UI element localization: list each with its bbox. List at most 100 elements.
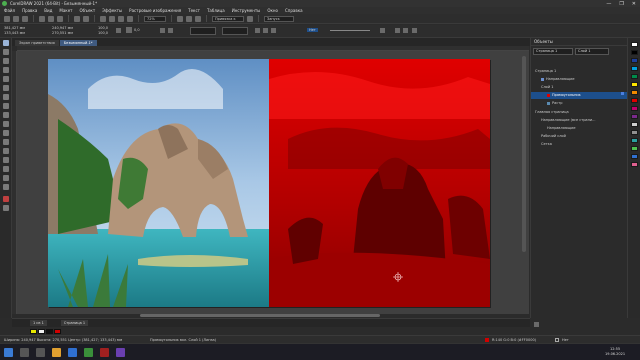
paste-icon[interactable]	[57, 15, 63, 22]
color-chip-azure[interactable]	[631, 154, 638, 159]
mirror-horizontal-icon[interactable]	[160, 28, 165, 33]
tree-row-grid[interactable]: Сетка	[531, 141, 627, 148]
lock-ratio-icon[interactable]	[116, 28, 121, 33]
doc-color-white[interactable]	[38, 328, 45, 334]
save-icon[interactable]	[22, 15, 28, 22]
mirror-vertical-icon[interactable]	[168, 28, 173, 33]
minimize-button[interactable]: —	[606, 1, 611, 7]
snap-to-dropdown[interactable]: Привязка к	[212, 15, 244, 22]
round-corner-icon[interactable]	[255, 28, 260, 33]
menu-object[interactable]: Объект	[80, 8, 96, 13]
color-chip-teal[interactable]	[631, 138, 638, 143]
corner-radius-fields[interactable]	[190, 27, 216, 35]
shape-tool-icon[interactable]	[3, 49, 9, 55]
width-field[interactable]: 240,947 мм	[52, 26, 73, 30]
rulers-icon[interactable]	[186, 15, 192, 22]
zoom-tool-icon[interactable]	[3, 67, 9, 73]
search-icon[interactable]	[100, 15, 106, 22]
color-chip-magenta[interactable]	[631, 106, 638, 111]
interactive-fill-tool-icon[interactable]	[3, 175, 9, 181]
drawing-canvas[interactable]	[17, 51, 529, 314]
grid-icon[interactable]	[195, 15, 201, 22]
doc-color-yellow[interactable]	[30, 328, 37, 334]
menu-view[interactable]: Вид	[44, 8, 52, 13]
import-icon[interactable]	[109, 15, 115, 22]
launch-dropdown[interactable]: Запуск	[264, 15, 294, 22]
full-screen-icon[interactable]	[177, 15, 183, 22]
corner-radius-fields-right[interactable]	[222, 27, 248, 35]
drawing-page[interactable]	[48, 59, 490, 307]
tree-row-all-page-guides[interactable]: Направляющие (все страни...	[531, 117, 627, 124]
task-view-icon[interactable]	[36, 348, 45, 357]
x-position-field[interactable]: 381,427 мм	[4, 26, 25, 30]
cut-icon[interactable]	[39, 15, 45, 22]
parallel-dimension-tool-icon[interactable]	[3, 130, 9, 136]
menu-layout[interactable]: Макет	[59, 8, 72, 13]
outline-width-slider[interactable]	[330, 30, 370, 31]
color-chip-pink[interactable]	[631, 162, 638, 167]
tree-row-desktop-layer[interactable]: Рабочий слой	[531, 133, 627, 140]
menu-text[interactable]: Текст	[188, 8, 200, 13]
vertical-scrollbar[interactable]	[522, 56, 526, 252]
zoom-select[interactable]: 72%	[144, 15, 166, 22]
file-explorer-icon[interactable]	[52, 348, 61, 357]
coreldraw-taskbar-icon[interactable]	[84, 348, 93, 357]
export-icon[interactable]	[118, 15, 124, 22]
color-chip-cyan[interactable]	[631, 66, 638, 71]
menu-window[interactable]: Окно	[267, 8, 278, 13]
menu-bitmaps[interactable]: Растровые изображения	[129, 8, 181, 13]
pick-tool-icon[interactable]	[3, 40, 9, 46]
color-chip-blue[interactable]	[631, 58, 638, 63]
tab-page-1[interactable]: Страница 1	[60, 320, 89, 326]
text-tool-icon[interactable]	[3, 121, 9, 127]
doc-color-red[interactable]	[54, 328, 61, 334]
color-chip-lime[interactable]	[631, 146, 638, 151]
visual-studio-icon[interactable]	[116, 348, 125, 357]
tree-row-master-guides[interactable]: Направляющие	[531, 125, 627, 132]
tree-row-bitmap[interactable]: Растр	[531, 100, 627, 107]
menu-tools[interactable]: Инструменты	[232, 8, 261, 13]
angle-field[interactable]: 0,0	[134, 28, 140, 32]
open-icon[interactable]	[13, 15, 19, 22]
publish-pdf-icon[interactable]	[127, 15, 133, 22]
edge-browser-icon[interactable]	[68, 348, 77, 357]
scallop-corner-icon[interactable]	[263, 28, 268, 33]
color-chip-white[interactable]	[631, 42, 638, 47]
smart-fill-tool-icon[interactable]	[3, 184, 9, 190]
new-document-icon[interactable]	[4, 15, 10, 22]
color-chip-green[interactable]	[631, 74, 638, 79]
search-icon[interactable]	[20, 348, 29, 357]
polygon-tool-icon[interactable]	[3, 112, 9, 118]
connector-tool-icon[interactable]	[3, 139, 9, 145]
redo-icon[interactable]	[83, 15, 89, 22]
close-button[interactable]: ✕	[632, 1, 636, 7]
ellipse-tool-icon[interactable]	[3, 103, 9, 109]
add-tool-icon[interactable]	[3, 205, 9, 211]
scale-width-field[interactable]: 100,0	[98, 26, 108, 30]
to-back-icon[interactable]	[403, 28, 408, 33]
copy-icon[interactable]	[48, 15, 54, 22]
scale-height-field[interactable]: 100,0	[98, 31, 108, 35]
color-chip-gray-light[interactable]	[631, 122, 638, 127]
convert-to-curves-icon[interactable]	[412, 28, 417, 33]
menu-table[interactable]: Таблица	[207, 8, 225, 13]
tree-row-layer-1[interactable]: Слой 1	[531, 84, 627, 91]
menu-edit[interactable]: Правка	[22, 8, 37, 13]
height-field[interactable]: 270,551 мм	[52, 31, 73, 35]
outline-pen-icon[interactable]	[3, 196, 9, 202]
color-chip-purple[interactable]	[631, 114, 638, 119]
outline-mode-dropdown[interactable]: Нет	[307, 28, 318, 32]
start-button-icon[interactable]	[4, 348, 13, 357]
red-lens-rectangle[interactable]	[269, 59, 490, 307]
options-gear-icon[interactable]	[247, 15, 253, 22]
eyedropper-tool-icon[interactable]	[3, 166, 9, 172]
tree-row-master-page[interactable]: Главная страница	[531, 109, 627, 116]
artistic-media-tool-icon[interactable]	[3, 85, 9, 91]
app-icon-red[interactable]	[100, 348, 109, 357]
menu-help[interactable]: Справка	[285, 8, 303, 13]
transparency-tool-icon[interactable]	[3, 157, 9, 163]
tree-row-guides[interactable]: Направляющие	[531, 76, 627, 83]
wrap-text-icon[interactable]	[380, 28, 385, 33]
tree-row-page-1[interactable]: Страница 1	[531, 68, 627, 75]
freehand-tool-icon[interactable]	[3, 76, 9, 82]
